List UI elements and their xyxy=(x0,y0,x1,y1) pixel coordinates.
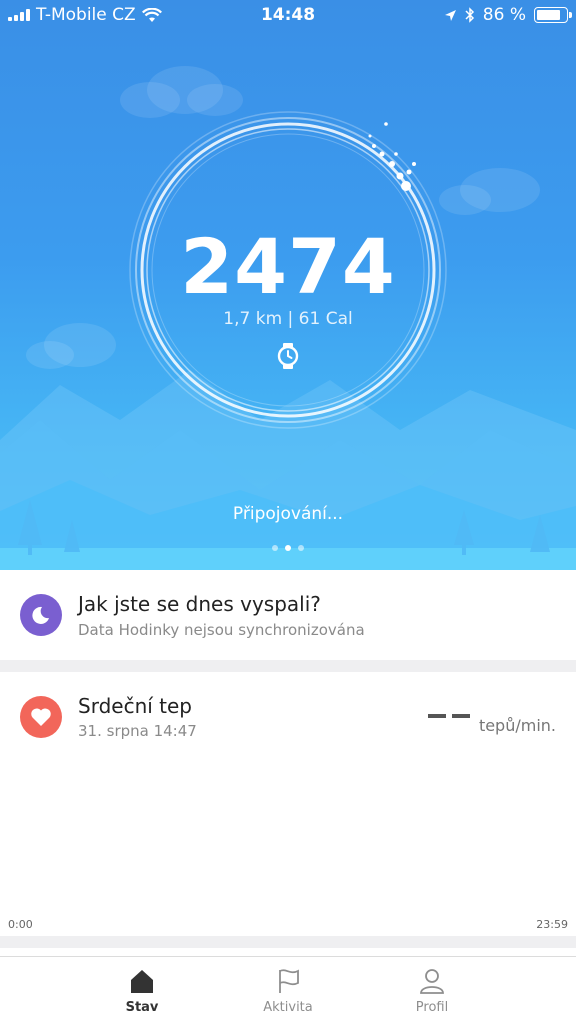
heart-rate-unit: tepů/min. xyxy=(478,716,556,735)
bluetooth-icon xyxy=(465,7,474,23)
sleep-title: Jak jste se dnes vyspali? xyxy=(78,592,321,616)
page-dot-active xyxy=(285,545,291,551)
battery-icon xyxy=(534,7,572,23)
distance-calories: 1,7 km | 61 Cal xyxy=(223,309,353,329)
moon-sleep-icon: z xyxy=(20,594,62,636)
activity-hero: T-Mobile CZ 14:48 86 % 2474 1,7 km | 61 … xyxy=(0,0,576,570)
heart-icon xyxy=(20,696,62,738)
step-count: 2474 xyxy=(180,222,396,311)
heart-rate-value-empty xyxy=(428,714,446,718)
watch-icon xyxy=(277,343,299,369)
location-arrow-icon xyxy=(444,9,456,21)
heart-rate-card[interactable]: Srdeční tep 31. srpna 14:47 tepů/min. 0:… xyxy=(0,672,576,936)
tab-stav[interactable]: Stav xyxy=(82,967,202,1015)
heart-rate-timestamp: 31. srpna 14:47 xyxy=(78,722,197,740)
tab-profil[interactable]: Profil xyxy=(372,967,492,1015)
svg-text:z: z xyxy=(43,608,47,616)
bottom-tab-bar: Stav Aktivita Profil xyxy=(0,956,576,1024)
page-dot xyxy=(272,545,278,551)
chart-axis-start: 0:00 xyxy=(8,918,33,931)
page-indicator xyxy=(0,545,576,551)
sleep-subtitle: Data Hodinky nejsou synchronizována xyxy=(78,621,365,639)
section-divider xyxy=(0,660,576,672)
heart-rate-value-empty xyxy=(452,714,470,718)
flag-icon xyxy=(279,969,299,993)
battery-percentage: 86 % xyxy=(482,5,526,25)
page-dot xyxy=(298,545,304,551)
sleep-card[interactable]: z Jak jste se dnes vyspali? Data Hodinky… xyxy=(0,570,576,660)
heart-rate-title: Srdeční tep xyxy=(78,694,192,718)
chart-axis-end: 23:59 xyxy=(536,918,568,931)
home-icon xyxy=(131,970,153,993)
connection-status: Připojování... xyxy=(232,504,344,524)
status-bar: T-Mobile CZ 14:48 86 % xyxy=(0,0,576,30)
person-icon xyxy=(420,969,444,994)
tab-aktivita[interactable]: Aktivita xyxy=(228,967,348,1015)
section-divider xyxy=(0,936,576,948)
tab-stav-label: Stav xyxy=(125,1000,159,1015)
tab-aktivita-label: Aktivita xyxy=(263,1000,313,1015)
tab-profil-label: Profil xyxy=(415,1000,449,1015)
